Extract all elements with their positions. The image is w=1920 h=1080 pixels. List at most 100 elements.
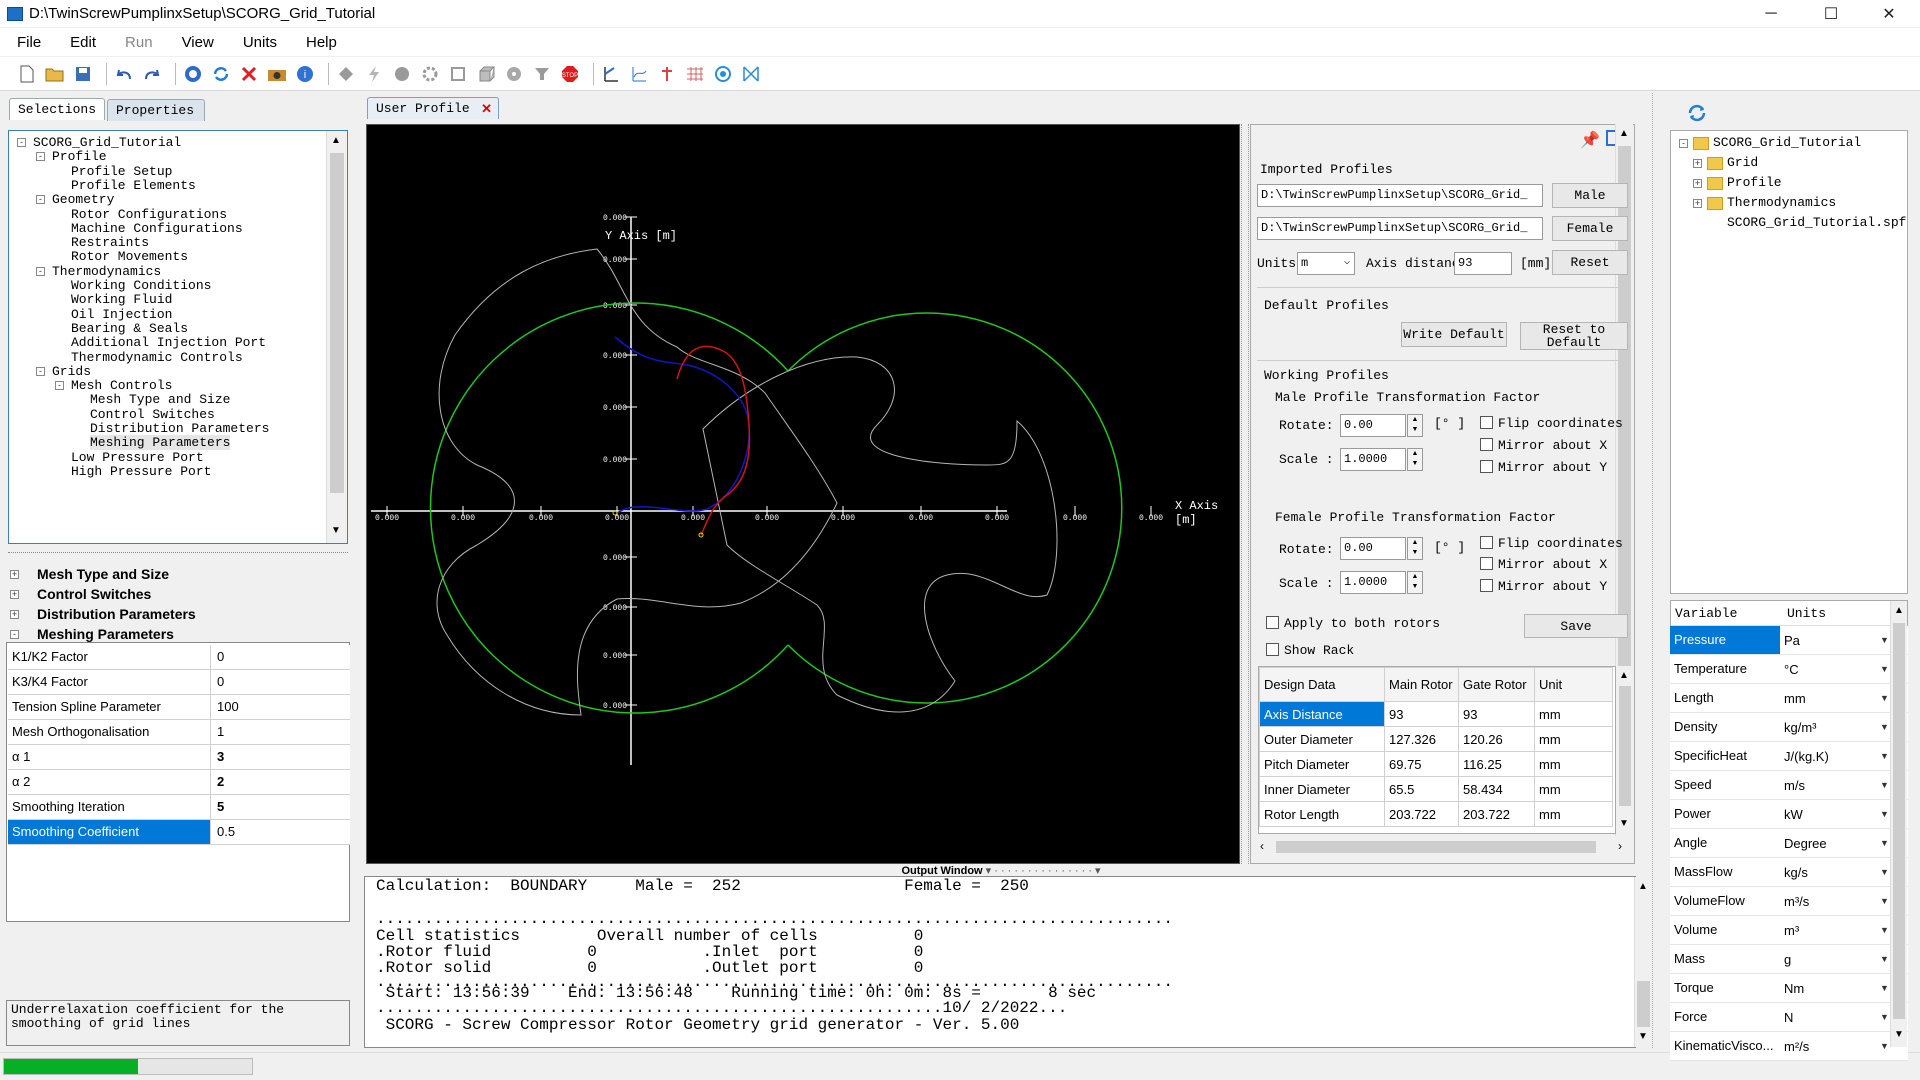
variable-unit[interactable]: mm bbox=[1780, 691, 1880, 706]
male-rotate-stepper[interactable]: ▲ ▼ bbox=[1407, 414, 1423, 437]
tree-item-working-fluid[interactable]: Working Fluid bbox=[71, 292, 172, 307]
section-mesh-type-and-size[interactable]: Mesh Type and Size bbox=[37, 566, 169, 582]
female-profile-path[interactable]: D:\TwinScrewPumplinxSetup\SCORG_Grid_ bbox=[1257, 217, 1543, 240]
tree-item-rotor-configurations[interactable]: Rotor Configurations bbox=[71, 207, 227, 222]
property-value[interactable]: 100 bbox=[211, 695, 239, 719]
section-toggle-icon[interactable]: + bbox=[10, 570, 19, 579]
info-icon[interactable]: i bbox=[294, 63, 316, 85]
tree-toggle-icon[interactable]: + bbox=[1693, 179, 1702, 188]
tab-properties[interactable]: Properties bbox=[107, 99, 205, 121]
camera-icon[interactable] bbox=[266, 63, 288, 85]
female-scale-stepper[interactable]: ▲ ▼ bbox=[1407, 571, 1423, 594]
close-tab-icon[interactable]: ✕ bbox=[481, 101, 492, 117]
profile-icon[interactable] bbox=[335, 63, 357, 85]
menu-file[interactable]: File bbox=[0, 34, 53, 51]
tree-item-mesh-type-and-size[interactable]: Mesh Type and Size bbox=[90, 392, 230, 407]
rotor-icon[interactable] bbox=[712, 63, 734, 85]
property-value[interactable]: 3 bbox=[211, 745, 224, 769]
menu-edit[interactable]: Edit bbox=[53, 34, 108, 51]
tree-item-profile[interactable]: Profile bbox=[52, 149, 107, 164]
variable-unit[interactable]: Degree bbox=[1780, 836, 1880, 851]
section-toggle-icon[interactable]: - bbox=[10, 630, 19, 639]
tree-item-high-pressure-port[interactable]: High Pressure Port bbox=[71, 464, 211, 479]
tree-item-additional-injection-port[interactable]: Additional Injection Port bbox=[71, 335, 266, 350]
property-value[interactable]: 0 bbox=[211, 645, 224, 669]
tree-item-oil-injection[interactable]: Oil Injection bbox=[71, 307, 172, 322]
design-row[interactable]: Rotor Length 203.722 203.722 mm bbox=[1259, 801, 1613, 827]
tree-scrollbar[interactable]: ▲ ▼ bbox=[326, 131, 347, 543]
female-mirror-x-checkbox[interactable] bbox=[1480, 557, 1493, 570]
tree-toggle-icon[interactable]: - bbox=[36, 152, 45, 162]
write-default-button[interactable]: Write Default bbox=[1401, 322, 1507, 347]
variable-unit[interactable]: m³ bbox=[1780, 923, 1880, 938]
split-icon[interactable] bbox=[740, 63, 762, 85]
female-button[interactable]: Female bbox=[1552, 216, 1628, 241]
funnel-icon[interactable] bbox=[531, 63, 553, 85]
units-row[interactable]: Speed m/s ▼ bbox=[1670, 771, 1908, 800]
tree-item-meshing-parameters[interactable]: Meshing Parameters bbox=[90, 435, 231, 451]
design-row[interactable]: Axis Distance 93 93 mm bbox=[1259, 701, 1613, 727]
female-scale-input[interactable]: 1.0000 bbox=[1340, 571, 1406, 594]
tree-folder-item[interactable]: Profile bbox=[1727, 175, 1782, 190]
property-row[interactable]: Mesh Orthogonalisation 1 bbox=[8, 720, 350, 745]
minimize-button[interactable]: ─ bbox=[1742, 0, 1800, 27]
tree-toggle-icon[interactable]: + bbox=[1693, 159, 1702, 168]
tree-item-rotor-movements[interactable]: Rotor Movements bbox=[71, 249, 188, 264]
units-row[interactable]: Angle Degree ▼ bbox=[1670, 829, 1908, 858]
tab-user-profile[interactable]: User Profile ✕ bbox=[367, 97, 499, 119]
menu-units[interactable]: Units bbox=[226, 34, 289, 51]
variable-unit[interactable]: Pa bbox=[1780, 633, 1880, 648]
units-row[interactable]: Length mm ▼ bbox=[1670, 684, 1908, 713]
save-button[interactable]: Save bbox=[1524, 614, 1628, 638]
pin-icon[interactable]: 📌 bbox=[1580, 130, 1600, 150]
units-select[interactable]: m ⌵ bbox=[1297, 252, 1355, 275]
tree-item-low-pressure-port[interactable]: Low Pressure Port bbox=[71, 450, 204, 465]
scroll-left-icon[interactable]: ‹ bbox=[1260, 839, 1264, 853]
property-value[interactable]: 5 bbox=[211, 795, 224, 819]
units-row[interactable]: Torque Nm ▼ bbox=[1670, 974, 1908, 1003]
refresh-icon[interactable] bbox=[210, 63, 232, 85]
tree-item-working-conditions[interactable]: Working Conditions bbox=[71, 278, 211, 293]
section-meshing-parameters[interactable]: Meshing Parameters bbox=[37, 626, 174, 642]
property-value[interactable]: 2 bbox=[211, 770, 224, 794]
scroll-down-icon[interactable]: ▼ bbox=[331, 525, 341, 536]
scroll-up-icon[interactable]: ▲ bbox=[1619, 670, 1629, 681]
refresh-tree-icon[interactable] bbox=[1686, 102, 1708, 124]
units-row[interactable]: Mass g ▼ bbox=[1670, 945, 1908, 974]
units-row[interactable]: Density kg/m³ ▼ bbox=[1670, 713, 1908, 742]
apply-both-checkbox[interactable] bbox=[1266, 616, 1279, 629]
stop-icon[interactable]: STOP bbox=[559, 63, 581, 85]
output-scroll-thumb[interactable] bbox=[1637, 981, 1650, 1027]
check-icon[interactable] bbox=[182, 63, 204, 85]
gear-icon[interactable] bbox=[419, 63, 441, 85]
male-profile-path[interactable]: D:\TwinScrewPumplinxSetup\SCORG_Grid_ bbox=[1257, 184, 1543, 207]
variable-unit[interactable]: °C bbox=[1780, 662, 1880, 677]
undo-icon[interactable] bbox=[113, 63, 135, 85]
units-row[interactable]: VolumeFlow m³/s ▼ bbox=[1670, 887, 1908, 916]
scroll-up-icon[interactable]: ▲ bbox=[1619, 128, 1629, 139]
property-value[interactable]: 0.5 bbox=[211, 820, 235, 844]
variable-unit[interactable]: m³/s bbox=[1780, 894, 1880, 909]
new-file-icon[interactable] bbox=[16, 63, 38, 85]
units-row[interactable]: Volume m³ ▼ bbox=[1670, 916, 1908, 945]
variable-unit[interactable]: m²/s bbox=[1780, 1039, 1880, 1054]
male-button[interactable]: Male bbox=[1552, 183, 1628, 208]
tree-item-bearing-seals[interactable]: Bearing & Seals bbox=[71, 321, 188, 336]
male-flip-checkbox[interactable] bbox=[1480, 416, 1493, 429]
grid-icon[interactable] bbox=[684, 63, 706, 85]
variable-unit[interactable]: kW bbox=[1780, 807, 1880, 822]
property-row[interactable]: Smoothing Iteration 5 bbox=[8, 795, 350, 820]
output-scrollbar[interactable]: ▲ ▼ bbox=[1634, 877, 1652, 1047]
tree-toggle-icon[interactable]: - bbox=[36, 195, 45, 205]
tree-item-thermodynamics[interactable]: Thermodynamics bbox=[52, 264, 161, 279]
tree-item-grids[interactable]: Grids bbox=[52, 364, 91, 379]
reset-to-default-button[interactable]: Reset to Default bbox=[1520, 322, 1628, 350]
tree-toggle-icon[interactable]: - bbox=[55, 381, 64, 391]
menu-run[interactable]: Run bbox=[108, 34, 165, 51]
viewer-splitter[interactable] bbox=[1241, 124, 1249, 864]
scroll-down-icon[interactable]: ▼ bbox=[1894, 1029, 1904, 1040]
scroll-up-icon[interactable]: ▲ bbox=[331, 135, 341, 146]
graph-icon[interactable] bbox=[628, 63, 650, 85]
variable-unit[interactable]: N bbox=[1780, 1010, 1880, 1025]
property-row[interactable]: K3/K4 Factor 0 bbox=[8, 670, 350, 695]
